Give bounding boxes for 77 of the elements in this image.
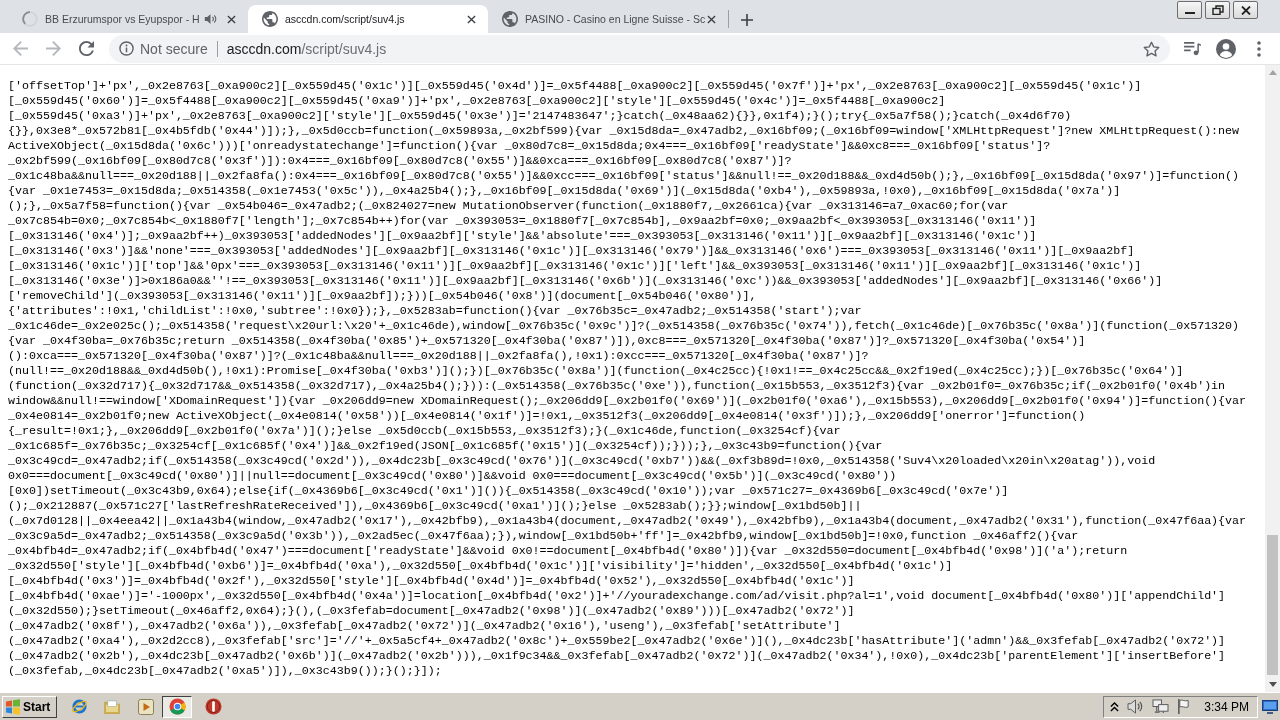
browser-icon — [168, 698, 186, 715]
close-icon[interactable] — [227, 14, 236, 24]
code-line: ();},_0x5a7f58=function(){var _0x54b046=_0x47adb2;(_0x824027=new MutationObserver(function(_0x1880f7,_0x2661ca){var _0x313146=a7_0xac60;for(var — [8, 199, 1009, 214]
scroll-down-icon[interactable] — [1268, 682, 1277, 687]
star-icon[interactable] — [1143, 40, 1160, 57]
code-line: (_0x47adb2('0xa4'),_0x2d2cc8),_0x3fefab['src']='//'+_0x5a5cf4+_0x47adb2('0x8c')+_0x559be2[_0x47adb2('0x6e')](),_0x4dc23b['hasAttribute']('admn')&&_0x3fefab[_0x47adb2('0x72')] — [8, 634, 1226, 649]
reload-icon[interactable] — [79, 41, 94, 56]
profile-avatar-icon[interactable] — [1215, 38, 1236, 59]
menu-icon[interactable] — [1256, 40, 1261, 57]
code-line: {'attributes':!0x1,'childList':!0x0,'subtree':!0x0});},_0x5283ab=function(){var _0x76b35c=_0x47adb2;_0x514358('start');var — [8, 304, 862, 319]
restore-button[interactable] — [1205, 1, 1230, 19]
network-icon[interactable] — [1152, 699, 1170, 714]
start-button[interactable]: Start — [2, 695, 57, 718]
media-queue-icon[interactable] — [1184, 41, 1201, 56]
code-line: _0x1c48ba&&null===_0x20d188||_0x2fa8fa():0x4===_0x16bf09[_0x80d7c8('0x55')]&&0xcc===_0x16bf09['status']&&null!==_0x20d188&&_0xd4d50b();},_0x16bf09[_0x15d8da('0x97')]=function() — [8, 169, 1240, 184]
code-line: [_0x313146('0x3e')]>0x186a0&&''!==_0x393053[_0x313146('0x11')][_0x9aa2bf][_0x313146('0x6b')](_0x313146('0xc'))&&_0x393053['addedNodes'][_0x9aa2bf][_0x313146('0x66')] — [8, 274, 1163, 289]
close-icon[interactable] — [467, 14, 476, 24]
code-line: _0x2bf599(_0x16bf09[_0x80d7c8('0x3f')]):0x4===_0x16bf09[_0x80d7c8('0x55')]&&0xca===_0x16bf09[_0x80d7c8('0x87')]? — [8, 154, 792, 169]
app-icon — [204, 698, 222, 715]
chevron-up-icon[interactable] — [1110, 701, 1120, 712]
minimize-button[interactable] — [1177, 1, 1202, 19]
code-line: [_0x313146('0x1c')]['top']&&'0px'===_0x393053[_0x313146('0x11')][_0x9aa2bf][_0x313146('0x1c')]['left']&&_0x393053[_0x313146('0x11')][_0x9aa2bf][_0x313146('0x1c')] — [8, 259, 1142, 274]
code-line: ['removeChild'](_0x393053[_0x313146('0x11')][_0x9aa2bf]);}))[_0x54b046('0x8')](document[_0x54b046('0x80')], — [8, 289, 757, 304]
browser-tab[interactable]: PASINO - Casino en Ligne Suisse - Sc — [488, 5, 728, 33]
code-line: _0x3c49cd=_0x47adb2;if(_0x514358(_0x3c49cd('0x2d')),_0x4dc23b[_0x3c49cd('0x76')](_0x3c49cd('0xb7'))&&(_0xf3b89d=!0x0,_0x514358('Suv4\x20loaded\x20in\x20atag')),void — [8, 454, 1156, 469]
code-line: [_0x4bfb4d('0x3')]=_0x4bfb4d('0x2f'),_0x32d550['style'][_0x4bfb4d('0x4d')]=_0x4bfb4d('0x52'),_0x32d550[_0x4bfb4d('0x1c')] — [8, 574, 855, 589]
code-line: _0x32d550['style'][_0x4bfb4d('0xb6')]=_0x4bfb4d('0xa'),_0x32d550[_0x4bfb4d('0x1c')]['visibility']='hidden',_0x32d550[_0x4bfb4d('0x1c')] — [8, 559, 953, 574]
restore-icon — [1211, 5, 1224, 15]
code-line: _0x4e0814=_0x2b01f0;new ActiveXObject(_0x4e0814('0x58'))[_0x4e0814('0x1f')]=!0x1,_0x3512f3(_0x206dd9[_0x4e0814('0x3f')]);},_0x206dd9['onerror']=function() — [8, 409, 1086, 424]
browser-tab[interactable]: asccdn.com/script/suv4.js — [248, 5, 488, 33]
code-line: {}},0x3e8*_0x572b81[_0x4b5fdb('0x44')]);},_0x5d0ccb=function(_0x59893a,_0x2bf599){var _0x15d8da=_0x47adb2,_0x16bf09;(_0x16bf09=window['XMLHttpRequest']?new XMLHttpRequest():new — [8, 124, 1240, 139]
code-line: [0x0])setTimeout(_0x3c43b9,0x64);else{if(_0x4369b6[_0x3c49cd('0x1')]()){_0x514358(_0x3c49cd('0x10'));var _0x571c27=_0x4369b6[_0x3c49cd('0x7e')] — [8, 484, 1009, 499]
code-line: (_0x32d550);}setTimeout(_0x46aff2,0x64);}(),(_0x3fefab=document[_0x47adb2('0x98')](_0x47adb2('0x89')))[_0x47adb2('0x72')] — [8, 604, 855, 619]
code-line: window&&null!==window['XDomainRequest']){var _0x206dd9=new XDomainRequest();_0x206dd9[_0x2b01f0('0x69')](_0x2b01f0('0xa6'),_0x15b553),_0x206dd9[_0x2b01f0('0x94')]=function(){var — [8, 394, 1247, 409]
code-line: _0x1c685f=_0x76b35c;_0x3254cf[_0x1c685f('0x4')]&&_0x2f19ed(JSON[_0x1c685f('0x15')](_0x3254cf));}));},_0x3c43b9=function(){var — [8, 439, 883, 454]
code-line: _0x3c9a5d=_0x47adb2;_0x514358(_0x3c9a5d('0x3b')),_0x2ad5ec(_0x47f6aa);}),window[_0x1bd50b+'ff']=_0x42bfb9,window[_0x1bd50b]=!0x0,function _0x46aff2(){var — [8, 529, 1079, 544]
windows-logo-icon — [5, 698, 21, 715]
browser-tab[interactable]: BB Erzurumspor vs Eyupspor - H — [8, 5, 248, 33]
close-icon — [1240, 5, 1251, 15]
address-bar[interactable]: Not secure asccdn.com/script/suv4.js — [109, 34, 1170, 63]
flag-icon[interactable] — [1177, 699, 1191, 714]
security-chip[interactable]: Not secure — [119, 40, 208, 57]
code-line: {var _0x1e7453=_0x15d8da;_0x514358(_0x1e7453('0x5c')),_0x4a25b4();},_0x16bf09[_0x15d8da('0x69')](_0x15d8da('0xb4'),_0x59893a,!0x0),_0x16bf09[_0x15d8da('0x7a')] — [8, 184, 1121, 199]
code-line: _0x4bfb4d=_0x47adb2;if(_0x4bfb4d('0x47')===document['readyState']&&void 0x0!==document[_0x4bfb4d('0x80')]){var _0x32d550=document[_0x4bfb4d('0x98')]('a');return — [8, 544, 1128, 559]
speaker-icon[interactable] — [1127, 699, 1145, 714]
clock: 3:34 PM — [1204, 699, 1249, 714]
code-line: _0x1c46de=_0x2e025c();_0x514358('request\x20url:\x20'+_0x1c46de),window[_0x76b35c('0x9c')]?(_0x514358(_0x76b35c('0x74')),fetch(_0x1c46de)[_0x76b35c('0x8a')](function(_0x571320) — [8, 319, 1240, 334]
code-line: (function(_0x32d717){_0x32d717&&_0x514358(_0x32d717),_0x4a25b4();})):(_0x514358(_0x76b35c('0xe')),function(_0x15b553,_0x3512f3){var _0x2b01f0=_0x76b35c;if(_0x2b01f0('0x4b')in — [8, 379, 1226, 394]
code-line: (_0x3fefab,_0x4dc23b[_0x47adb2('0xa5')]),_0x3c43b9());}();}]); — [8, 664, 442, 679]
code-line: ();_0x212887(_0x571c27['lastRefreshRateReceived']),_0x4369b6[_0x3c49cd('0xa1')]();}else _0x5283ab();}};window[_0x1bd50b]|| — [8, 499, 862, 514]
code-line: [_0x313146('0x4')];_0x9aa2bf++)_0x393053['addedNodes'][_0x9aa2bf]['style']&&'absolute'===_0x393053[_0x313146('0x11')][_0x9aa2bf][_0x313146('0x1c')] — [8, 229, 1037, 244]
speaker-icon[interactable] — [204, 13, 217, 25]
code-line: {_result=!0x1;},_0x206dd9[_0x2b01f0('0x7a')]();}else _0x5d0ccb(_0x15b553,_0x3512f3);}(_0x1c46de,function(_0x3254cf){var — [8, 424, 841, 439]
code-line: [_0x313146('0x3')]&&'none'===_0x393053['addedNodes'][_0x9aa2bf][_0x313146('0x1c')][_0x313146('0x79')]&&_0x313146('0x6')===_0x393053[_0x313146('0x11')][_0x9aa2bf] — [8, 244, 1135, 259]
code-line: _0x7c854b=0x0;_0x7c854b<_0x1880f7['length'];_0x7c854b++)for(var _0x393053=_0x1880f7[_0x7c854b],_0x9aa2bf=0x0;_0x9aa2bf<_0x393053[_0x313146('0x11')] — [8, 214, 1037, 229]
code-line: (_0x47adb2('0x2b'),_0x4dc23b[_0x47adb2('0x6b')](_0x47adb2('0x2b'))),_0x1f9c34&&_0x3fefab[_0x47adb2('0x72')](_0x47adb2('0x34'),!0x0),_0x4dc23b['parentElement']['insertBefore'] — [8, 649, 1226, 664]
code-line: {var _0x4f30ba=_0x76b35c;return _0x514358(_0x4f30ba('0x85')+_0x571320[_0x4f30ba('0x87')]),0xc8===_0x571320[_0x4f30ba('0x87')]?_0x571320[_0x4f30ba('0x54')] — [8, 334, 1086, 349]
info-icon — [119, 41, 134, 56]
taskbar-button[interactable] — [162, 695, 192, 718]
new-tab-plus-icon[interactable] — [741, 14, 753, 26]
code-line: [_0x559d45('0xa3')]+'px',_0x2e8763[_0xa900c2]['style'][_0x559d45('0x3e')]='2147483647';}catch(_0x48aa62){}},0x1f4);}();try{_0x5a7f58();}catch(_0x4d6f70) — [8, 109, 1072, 124]
desktop-icon[interactable] — [1262, 699, 1278, 714]
code-line: (null!==_0x20d188&&_0xd4d50b(),!0x1):Promise[_0x4f30ba('0xb3')]();})[_0x76b35c('0x8a')](function(_0x4c25cc){!0x1!==_0x4c25cc&&_0x2f19ed(_0x4c25cc);})[_0x76b35c('0x64')] — [8, 364, 1184, 379]
code-line: ActiveXObject(_0x15d8da('0x6c')))['onreadystatechange']=function(){var _0x80d7c8=_0x15d8da;0x4===_0x16bf09['readyState']&&0xc8===_0x16bf09['status']? — [8, 139, 1051, 154]
code-line: [_0x4bfb4d('0xae')]='-1000px',_0x32d550[_0x4bfb4d('0x4a')]=location[_0x4bfb4d('0x2')]+'//youradexchange.com/ad/visit.php?al=1',void document[_0x4bfb4d('0x80')]['appendChild'] — [8, 589, 1226, 604]
close-icon[interactable] — [707, 14, 716, 24]
code-line: 0x0===document[_0x3c49cd('0x80')]||null==document[_0x3c49cd('0x80')]&&void 0x0===document[_0x3c49cd('0x5b')](_0x3c49cd('0x80')) — [8, 469, 897, 484]
media-player-icon[interactable] — [137, 698, 154, 715]
minimize-icon — [1184, 12, 1195, 14]
close-button[interactable] — [1233, 1, 1258, 19]
web-browser-icon[interactable] — [71, 698, 88, 715]
code-line: ():0xca===_0x571320[_0x4f30ba('0x87')]?(_0x1c48ba&&null===_0x20d188||_0x2fa8fa(),!0x1):0xcc===_0x571320[_0x4f30ba('0x87')]? — [8, 349, 869, 364]
scrollbar-thumb[interactable] — [1267, 535, 1278, 675]
code-line: [_0x559d45('0x60')]=_0x5f4488[_0xa900c2][_0x559d45('0xa9')]+'px',_0x2e8763[_0xa900c2]['style'][_0x559d45('0x4c')]=_0x5f4488[_0xa900c2] — [8, 94, 946, 109]
code-line: ['offsetTop']+'px',_0x2e8763[_0xa900c2][_0x559d45('0x1c')][_0x559d45('0x4d')]=_0x5f4488[_0xa900c2][_0x559d45('0x7f')]+'px',_0x2e8763[_0xa900c2][_0x559d45('0x1c')] — [8, 79, 1142, 94]
code-line: (_0x47adb2('0x8f'),_0x47adb2('0x6a')),_0x3fefab[_0x47adb2('0x72')](_0x47adb2('0x16'),'useng'),_0x3fefab['setAttribute'] — [8, 619, 841, 634]
code-line: (_0x7d0128||_0x4eea42||_0x1a43b4(window,_0x47adb2('0x17'),_0x42bfb9),_0x1a43b4(document,_0x47adb2('0x49'),_0x42bfb9),_0x1a43b4(document,_0x47adb2('0x31'),function(_0x47f6aa){var — [8, 514, 1247, 529]
